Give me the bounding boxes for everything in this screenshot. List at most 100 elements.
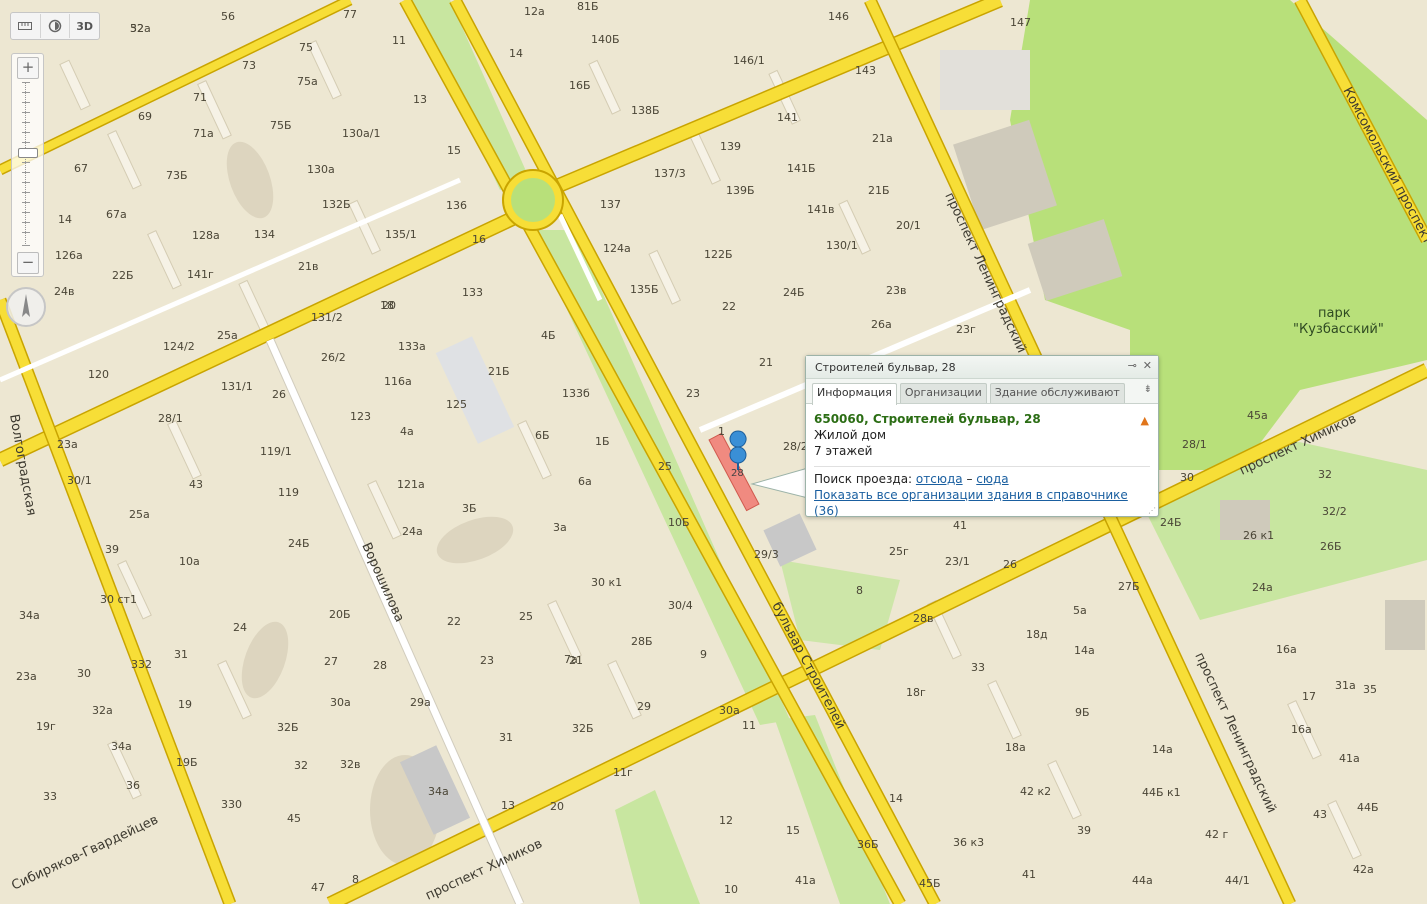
house-number-label: 34a (428, 785, 449, 798)
house-number-label: 141г (187, 268, 214, 281)
house-number-label: 30 ст1 (100, 593, 137, 606)
house-number-label: 130a/1 (342, 127, 380, 140)
house-number-label: 28Б (631, 635, 653, 648)
house-number-label: 21Б (868, 184, 890, 197)
show-all-organizations-link[interactable]: Показать все организации здания в справо… (814, 488, 1128, 502)
house-number-label: 6a (578, 475, 592, 488)
selected-building-marker-icon[interactable]: 28 (729, 430, 747, 479)
route-from-link[interactable]: отсюда (916, 472, 963, 486)
route-to-link[interactable]: сюда (976, 472, 1008, 486)
house-number-label: 14 (509, 47, 523, 60)
tabs-more-icon[interactable]: ⇟ (1144, 384, 1152, 395)
close-icon[interactable]: ✕ (1143, 359, 1152, 373)
house-number-label: 41a (795, 874, 816, 887)
house-number-label: 29 (637, 700, 651, 713)
house-number-label: 44Б (1357, 801, 1379, 814)
tab-information[interactable]: Информация (812, 383, 897, 405)
house-number-label: 30 к1 (591, 576, 622, 589)
house-number-label: 43 (189, 478, 203, 491)
house-number-label: 135/1 (385, 228, 417, 241)
house-number-label: 32/2 (1322, 505, 1347, 518)
house-number-label: 10 (724, 883, 738, 896)
house-number-label: 14a (1074, 644, 1095, 657)
house-number-label: 32 (130, 22, 144, 35)
house-number-label: 9 (700, 648, 707, 661)
house-number-label: 36Б (857, 838, 879, 851)
house-number-label: 14 (889, 792, 903, 805)
house-number-label: 6Б (535, 429, 550, 442)
house-number-label: 26/2 (321, 351, 346, 364)
house-number-label: 146/1 (733, 54, 765, 67)
house-number-label: 139Б (726, 184, 755, 197)
balloon-title: Строителей бульвар, 28 (815, 360, 956, 374)
tab-building-services[interactable]: Здание обслуживают (989, 383, 1125, 403)
building-type: Жилой дом (814, 428, 887, 442)
house-number-label: 33 (971, 661, 985, 674)
zoom-slider-handle[interactable] (18, 148, 38, 158)
house-number-label: 23г (956, 323, 976, 336)
building-address: 650060, Строителей бульвар, 28 (814, 412, 1041, 426)
warning-icon[interactable]: ▲ (1141, 414, 1149, 427)
zoom-slider[interactable] (18, 82, 38, 246)
house-number-label: 119 (278, 486, 299, 499)
house-number-label: 24 (233, 621, 247, 634)
house-number-label: 10a (179, 555, 200, 568)
house-number-label: 3Б (462, 502, 477, 515)
house-number-label: 71a (193, 127, 214, 140)
house-number-label: 25 (658, 460, 672, 473)
house-number-label: 36 (126, 779, 140, 792)
house-number-label: 141Б (787, 162, 816, 175)
resize-handle-icon[interactable]: ⋰ (1148, 506, 1156, 515)
zoom-control: + − (11, 53, 44, 277)
house-number-label: 24a (1252, 581, 1273, 594)
house-number-label: 140Б (591, 33, 620, 46)
house-number-label: 26Б (1320, 540, 1342, 553)
house-number-label: 16a (1291, 723, 1312, 736)
house-number-label: 7a (564, 653, 578, 666)
house-number-label: 126a (55, 249, 83, 262)
zoom-out-button[interactable]: − (17, 252, 39, 274)
house-number-label: 30a (330, 696, 351, 709)
map-canvas[interactable]: 52a56 771112a 81Б146 14775731314140Б146/114… (0, 0, 1427, 904)
house-number-label: 23 (686, 387, 700, 400)
house-number-label: 67a (106, 208, 127, 221)
house-number-label: 41a (1339, 752, 1360, 765)
house-number-label: 30a (719, 704, 740, 717)
marker-number: 28 (731, 468, 744, 479)
ruler-icon[interactable] (11, 14, 40, 38)
house-number-label: 23/1 (945, 555, 970, 568)
tab-organizations[interactable]: Организации (899, 383, 987, 403)
house-number-label: 30/4 (668, 599, 693, 612)
house-number-label: 24Б (783, 286, 805, 299)
house-number-label: 19г (36, 720, 56, 733)
house-number-label: 28/1 (158, 412, 183, 425)
house-number-label: 28в (913, 612, 933, 625)
house-number-label: 23в (886, 284, 906, 297)
house-number-label: 12 (719, 814, 733, 827)
show-all-organizations: Показать все организации здания в справо… (814, 487, 1150, 519)
compass-arrow-icon[interactable] (6, 287, 46, 327)
house-number-label: 18г (906, 686, 926, 699)
house-number-label: 131/1 (221, 380, 253, 393)
house-number-label: 20 (550, 800, 564, 813)
house-number-label: 18a (1005, 741, 1026, 754)
house-number-label: 14a (1152, 743, 1173, 756)
house-number-label: 8 (856, 584, 863, 597)
house-number-label: 132Б (322, 198, 351, 211)
house-number-label: 141 (777, 111, 798, 124)
3d-mode-button[interactable]: 3D (69, 14, 99, 38)
house-number-label: 139 (720, 140, 741, 153)
zoom-in-button[interactable]: + (17, 57, 39, 79)
house-number-label: 19Б (176, 756, 198, 769)
house-number-label: 32 (294, 759, 308, 772)
house-number-label: 133 (462, 286, 483, 299)
house-number-label: 11г (613, 766, 633, 779)
house-number-label: 24a (402, 525, 423, 538)
house-number-label: 3a (553, 521, 567, 534)
house-number-label: 121a (397, 478, 425, 491)
house-number-label: 21Б (488, 365, 510, 378)
traffic-icon[interactable] (39, 14, 70, 38)
pin-icon[interactable]: ⊸ (1128, 359, 1137, 373)
house-number-label: 120 (88, 368, 109, 381)
house-number-label: 133a (398, 340, 426, 353)
